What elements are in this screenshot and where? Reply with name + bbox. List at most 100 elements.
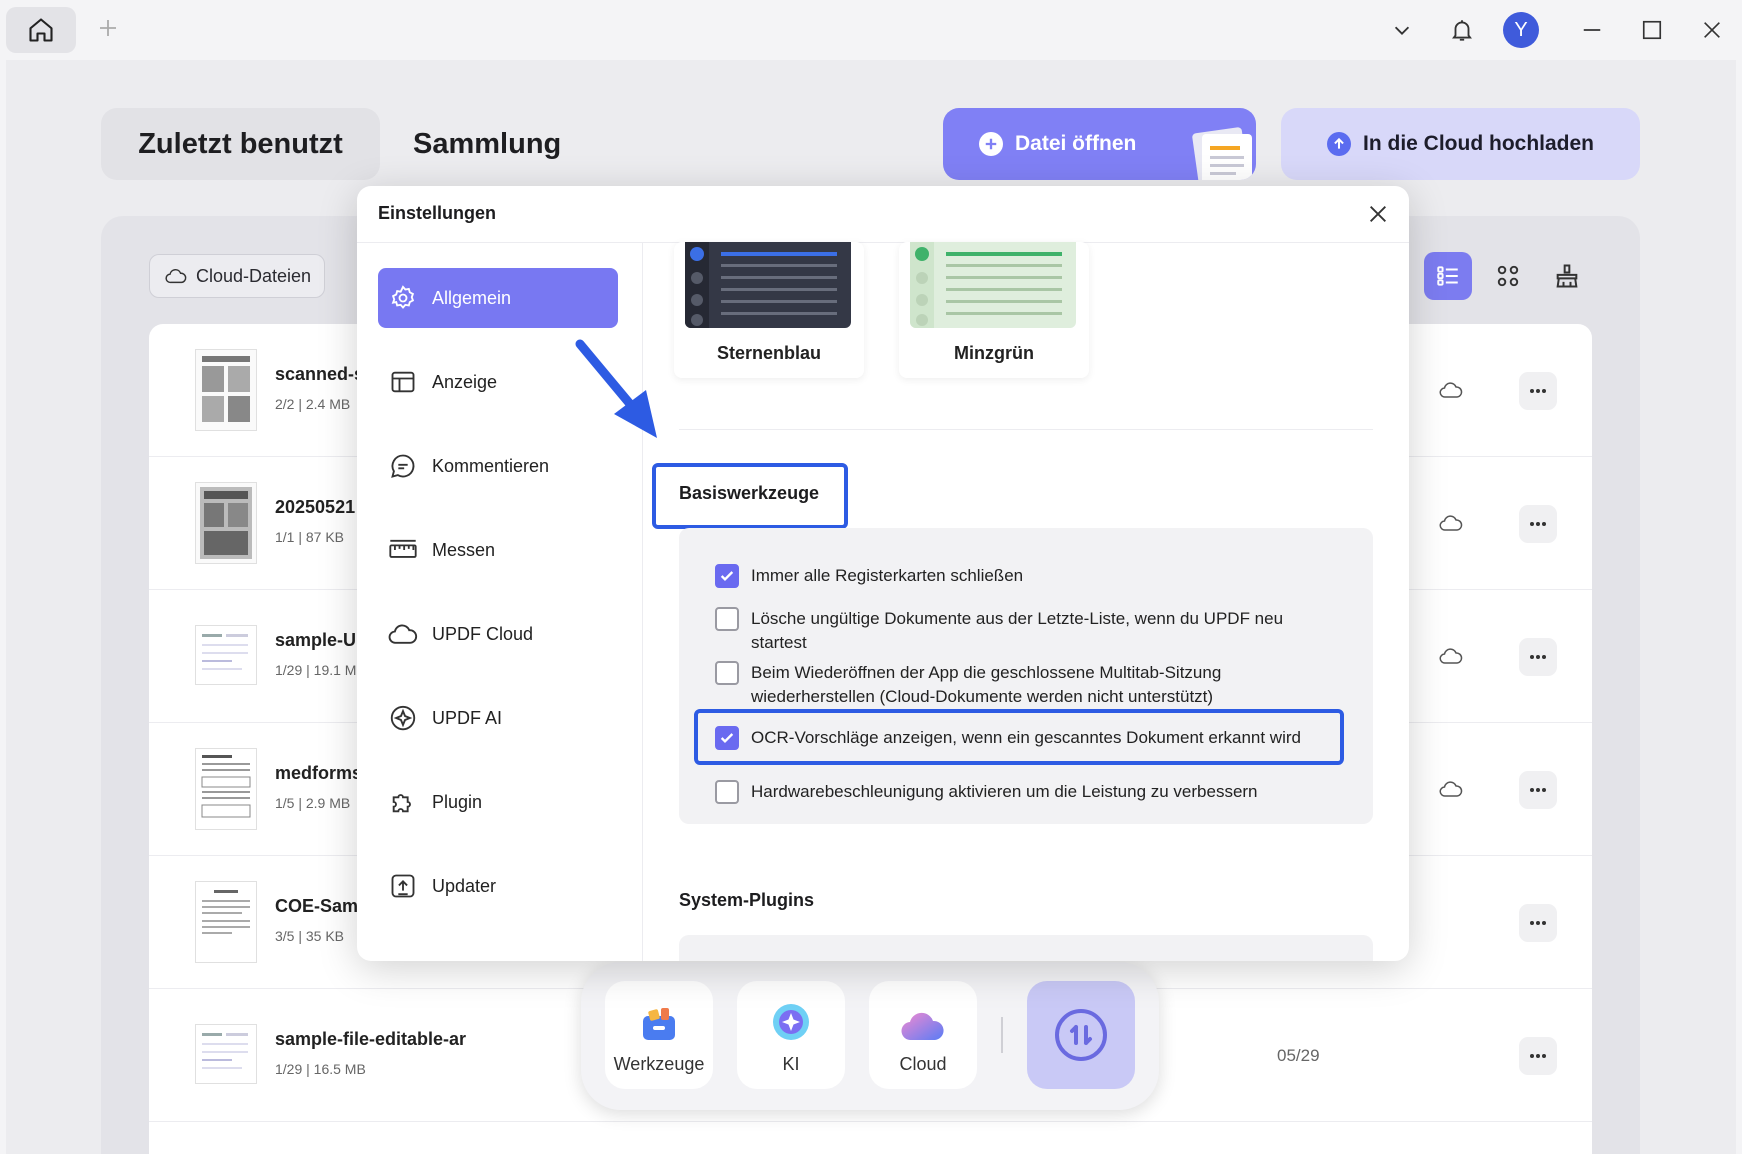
file-thumbnail: [195, 1024, 257, 1084]
option-remove-invalid[interactable]: Lösche ungültige Dokumente aus der Letzt…: [715, 607, 1335, 655]
more-button[interactable]: [1519, 638, 1557, 676]
theme-card-mintgreen[interactable]: Minzgrün: [899, 242, 1089, 378]
settings-dialog: Einstellungen Allgemein Anzeige Kommenti…: [357, 186, 1409, 961]
open-file-label: Datei öffnen: [1015, 132, 1137, 155]
cloud-upload-icon[interactable]: [1439, 513, 1463, 533]
nav-item-display[interactable]: Anzeige: [378, 352, 618, 412]
nav-label: UPDF AI: [432, 707, 503, 728]
ruler-icon: [388, 535, 418, 565]
dock-ai-button[interactable]: KI: [737, 981, 845, 1089]
dock-tools-label: Werkzeuge: [613, 1054, 705, 1074]
dialog-title: Einstellungen: [378, 203, 497, 223]
highlight-box-ocr: [694, 709, 1344, 765]
cloud-files-label: Cloud-Dateien: [196, 265, 312, 286]
more-button[interactable]: [1519, 904, 1557, 942]
dock-divider: [1001, 1017, 1003, 1053]
cloud-upload-icon[interactable]: [1439, 380, 1463, 400]
section-title-basic-tools: Basiswerkzeuge: [679, 483, 820, 503]
bottom-dock: Werkzeuge KI Cloud: [581, 962, 1159, 1110]
nav-item-updater[interactable]: Updater: [378, 856, 618, 916]
file-thumbnail: [195, 748, 257, 830]
section-divider: [679, 429, 1373, 430]
option-restore-session[interactable]: Beim Wiederöffnen der App die geschlosse…: [715, 661, 1335, 709]
file-name: scanned-s: [275, 364, 365, 384]
list-icon: [1437, 266, 1458, 286]
file-meta: 2/2 | 2.4 MB: [275, 396, 351, 412]
dock-switch-button[interactable]: [1027, 981, 1135, 1089]
dialog-close-button[interactable]: [1364, 200, 1392, 228]
more-icon: [1530, 1054, 1546, 1058]
nav-item-measure[interactable]: Messen: [378, 520, 618, 580]
avatar[interactable]: Y: [1503, 12, 1539, 48]
cloud-upload-icon[interactable]: [1439, 646, 1463, 666]
nav-item-comment[interactable]: Kommentieren: [378, 436, 618, 496]
minimize-button[interactable]: [1574, 12, 1610, 48]
home-tab[interactable]: [6, 7, 76, 53]
more-icon: [1530, 522, 1546, 526]
title-bar: Y: [0, 0, 1742, 60]
file-thumbnail: [195, 482, 257, 564]
upload-cloud-button[interactable]: In die Cloud hochladen: [1281, 108, 1640, 180]
ai-icon: [388, 703, 418, 733]
close-icon: [1704, 22, 1720, 38]
nav-item-plugin[interactable]: Plugin: [378, 772, 618, 832]
plus-icon: [100, 20, 116, 36]
new-tab-button[interactable]: [96, 16, 120, 40]
file-meta: 1/1 | 87 KB: [275, 529, 345, 545]
more-button[interactable]: [1519, 1037, 1557, 1075]
option-label: Hardwarebeschleunigung aktivieren um die…: [751, 782, 1258, 801]
list-view-button[interactable]: [1424, 252, 1472, 300]
chevron-down-icon: [1394, 26, 1410, 35]
notifications-button[interactable]: [1444, 12, 1480, 48]
nav-label: Kommentieren: [432, 455, 550, 476]
more-button[interactable]: [1519, 505, 1557, 543]
theme-preview: [910, 242, 1076, 328]
file-meta: 1/5 | 2.9 MB: [275, 795, 351, 811]
basic-tools-options: Immer alle Registerkarten schließen Lösc…: [679, 528, 1373, 824]
tab-recent[interactable]: Zuletzt benutzt: [101, 108, 380, 180]
file-name: sample-UI: [275, 630, 362, 650]
nav-item-cloud[interactable]: UPDF Cloud: [378, 604, 618, 664]
dock-cloud-button[interactable]: Cloud: [869, 981, 977, 1089]
checkbox-checked[interactable]: [715, 564, 739, 588]
dock-tools-button[interactable]: Werkzeuge: [605, 981, 713, 1089]
cloud-files-filter[interactable]: Cloud-Dateien: [149, 254, 325, 298]
file-meta: 1/29 | 19.1 M: [275, 662, 357, 678]
dropdown-button[interactable]: [1384, 12, 1420, 48]
cloud-icon: [165, 268, 187, 284]
option-label: Lösche ungültige Dokumente aus der Letzt…: [751, 609, 1284, 652]
dialog-header-divider: [357, 242, 1409, 243]
tab-collection[interactable]: Sammlung: [413, 108, 613, 180]
ai-icon: [773, 1004, 809, 1040]
file-date: 05/29: [1277, 1046, 1320, 1065]
file-name: 20250521: [275, 497, 356, 517]
nav-label: Messen: [432, 539, 496, 560]
grid-view-button[interactable]: [1484, 252, 1532, 300]
nav-label: Allgemein: [432, 287, 512, 308]
close-window-button[interactable]: [1694, 12, 1730, 48]
theme-name: Sternenblau: [716, 343, 822, 363]
file-name: medforms: [275, 763, 363, 783]
close-icon: [1370, 206, 1386, 222]
open-file-button[interactable]: Datei öffnen: [943, 108, 1256, 180]
more-button[interactable]: [1519, 771, 1557, 809]
switch-icon: [1055, 1009, 1107, 1061]
cloud-upload-icon[interactable]: [1439, 779, 1463, 799]
cloud-icon: [388, 619, 418, 649]
cloud-icon: [901, 1012, 944, 1041]
more-icon: [1530, 921, 1546, 925]
option-close-tabs[interactable]: Immer alle Registerkarten schließen: [715, 564, 1335, 588]
maximize-button[interactable]: [1634, 12, 1670, 48]
file-thumbnail: [195, 349, 257, 431]
nav-item-general[interactable]: Allgemein: [378, 268, 618, 328]
option-hardware-acceleration[interactable]: Hardwarebeschleunigung aktivieren um die…: [715, 780, 1335, 804]
nav-item-ai[interactable]: UPDF AI: [378, 688, 618, 748]
clean-button[interactable]: [1543, 252, 1591, 300]
gear-icon: [388, 283, 418, 313]
checkbox[interactable]: [715, 780, 739, 804]
more-button[interactable]: [1519, 372, 1557, 410]
checkbox[interactable]: [715, 607, 739, 631]
checkbox[interactable]: [715, 661, 739, 685]
theme-card-starblue[interactable]: Sternenblau: [674, 242, 864, 378]
theme-preview: [685, 242, 851, 328]
